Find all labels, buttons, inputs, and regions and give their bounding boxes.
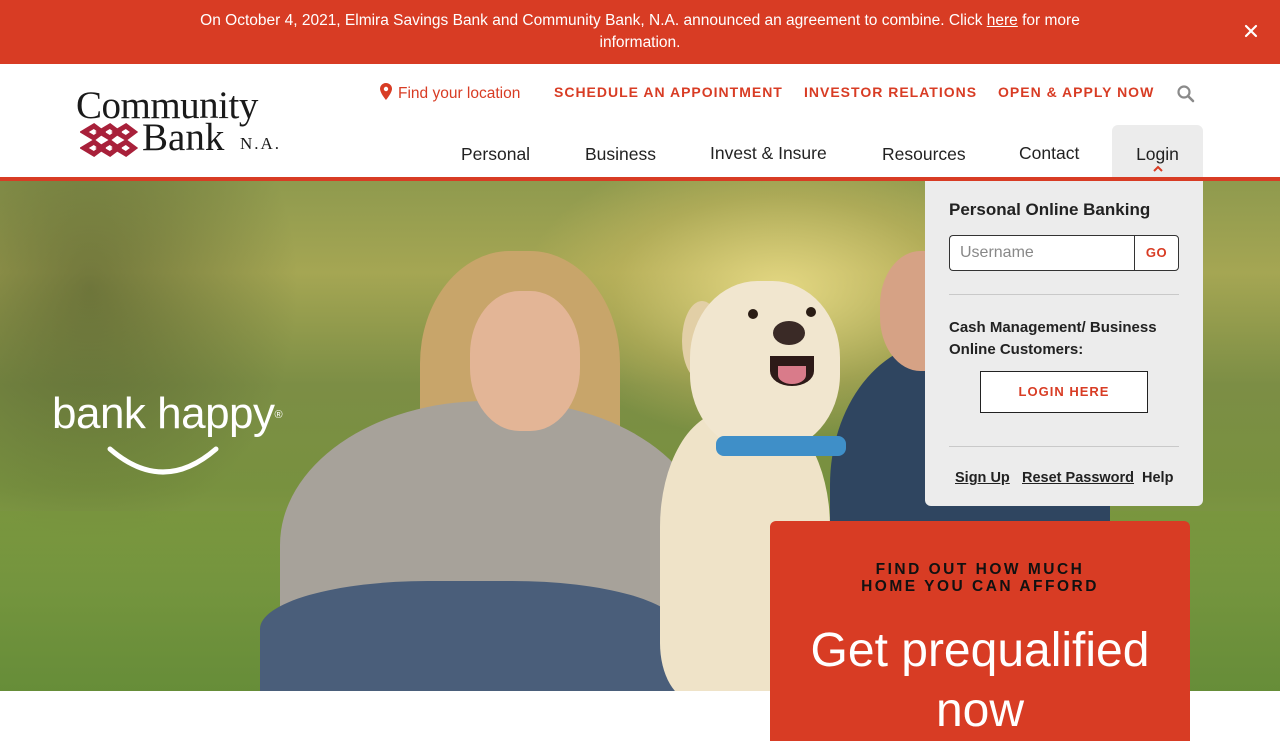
- logo-suffix: N.A.: [240, 134, 282, 153]
- nav-invest-insure[interactable]: Invest & Insure: [710, 143, 827, 164]
- schedule-appointment-link[interactable]: SCHEDULE AN APPOINTMENT: [554, 84, 783, 104]
- community-bank-logo[interactable]: Community Bank N.A.: [76, 86, 286, 160]
- logo-mark-icon: [80, 122, 138, 158]
- open-apply-link[interactable]: OPEN & APPLY NOW: [998, 84, 1154, 104]
- announcement-bar: On October 4, 2021, Elmira Savings Bank …: [0, 0, 1280, 64]
- login-dropdown: Personal Online Banking GO Cash Manageme…: [925, 181, 1203, 506]
- nav-business[interactable]: Business: [585, 144, 656, 165]
- sign-up-link[interactable]: Sign Up: [955, 470, 1010, 486]
- hero-dog-nose: [773, 321, 805, 345]
- site-header: Community Bank N.A. Find your location S…: [0, 64, 1280, 183]
- investor-relations-link[interactable]: INVESTOR RELATIONS: [804, 84, 977, 104]
- nav-contact[interactable]: Contact: [1019, 143, 1079, 164]
- nav-personal[interactable]: Personal: [461, 144, 530, 165]
- nav-login-label: Login: [1136, 144, 1179, 164]
- search-icon[interactable]: [1176, 84, 1196, 104]
- chevron-up-icon: [1153, 165, 1163, 172]
- logo-word-bank: Bank: [142, 116, 225, 159]
- username-input[interactable]: [949, 235, 1136, 271]
- find-location-link[interactable]: Find your location: [380, 83, 520, 103]
- hero-trees: [0, 181, 300, 541]
- prequalify-promo-card[interactable]: FIND OUT HOW MUCH HOME YOU CAN AFFORD Ge…: [770, 521, 1190, 741]
- announcement-text-before: On October 4, 2021, Elmira Savings Bank …: [200, 12, 987, 29]
- hero-dog-eye: [748, 309, 758, 319]
- promo-headline-line1: Get prequalified: [810, 624, 1150, 677]
- nav-login[interactable]: Login: [1112, 125, 1203, 183]
- close-icon[interactable]: [1240, 20, 1262, 42]
- hero-dog-tongue: [778, 366, 806, 384]
- announcement-text: On October 4, 2021, Elmira Savings Bank …: [180, 10, 1100, 54]
- personal-banking-title: Personal Online Banking: [949, 200, 1151, 219]
- promo-eyebrow-line2: HOME YOU CAN AFFORD: [861, 578, 1099, 595]
- promo-eyebrow: FIND OUT HOW MUCH HOME YOU CAN AFFORD: [770, 561, 1190, 595]
- nav-resources[interactable]: Resources: [882, 144, 966, 165]
- login-here-button[interactable]: LOGIN HERE: [980, 371, 1148, 413]
- panel-divider: [949, 294, 1179, 295]
- hero-dog-head: [690, 281, 840, 451]
- registered-mark: ®: [274, 409, 283, 421]
- panel-divider: [949, 446, 1179, 447]
- hero-woman-face: [470, 291, 580, 431]
- help-link[interactable]: Help: [1142, 470, 1173, 486]
- map-pin-icon: [380, 83, 392, 100]
- find-location-label: Find your location: [398, 85, 521, 102]
- promo-eyebrow-line1: FIND OUT HOW MUCH: [875, 561, 1085, 578]
- hero-woman-jeans: [260, 581, 680, 691]
- smile-icon: [107, 446, 219, 475]
- hero-dog-collar: [716, 436, 846, 456]
- cash-management-text: Cash Management/ Business Online Custome…: [949, 319, 1157, 358]
- bank-happy-text: bank happy: [52, 389, 275, 438]
- reset-password-link[interactable]: Reset Password: [1022, 470, 1134, 486]
- go-button[interactable]: GO: [1134, 235, 1179, 271]
- announcement-link[interactable]: here: [987, 12, 1018, 29]
- promo-headline-line2: now: [935, 684, 1025, 737]
- hero-dog-eye: [806, 307, 816, 317]
- promo-headline: Get prequalified now: [770, 621, 1190, 741]
- bank-happy-tagline: bank happy®: [52, 389, 283, 439]
